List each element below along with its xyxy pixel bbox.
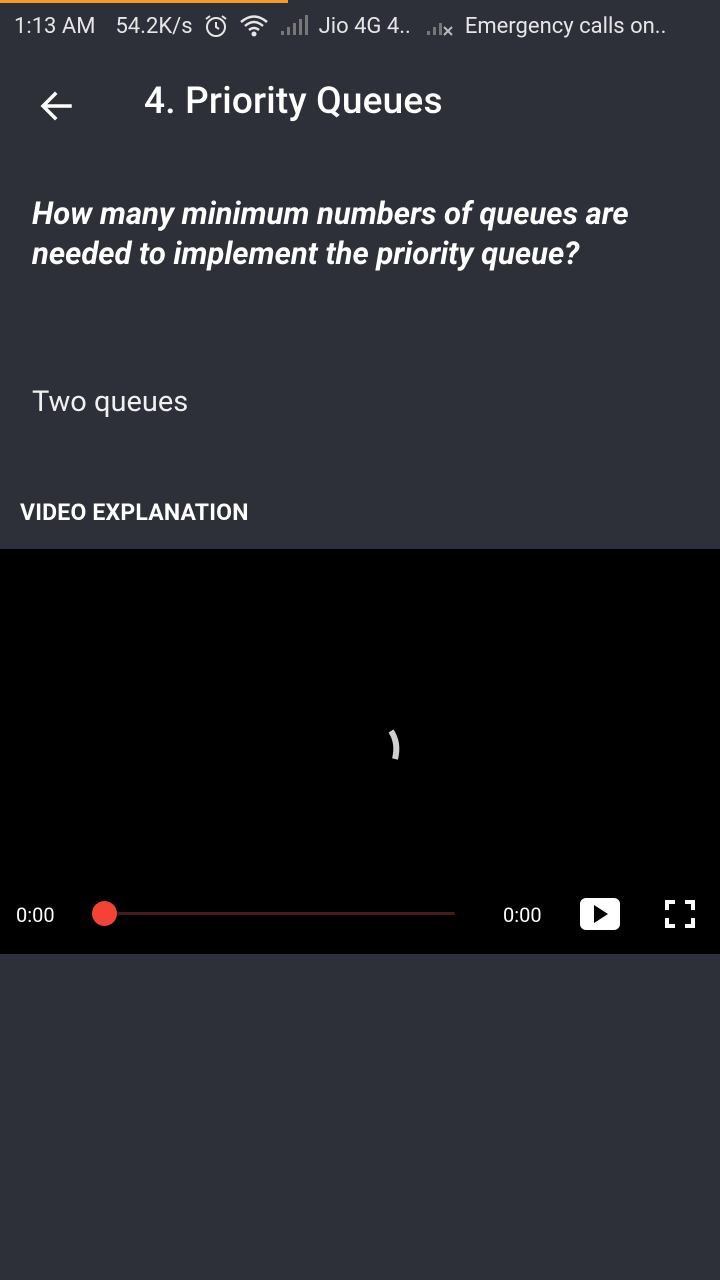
status-bar: 1:13 AM 54.2K/s Jio 4G 4.. Emergency cal… — [0, 0, 720, 52]
seek-bar[interactable] — [104, 912, 455, 915]
back-button[interactable] — [26, 76, 86, 136]
alarm-icon — [203, 13, 229, 39]
arrow-left-icon — [40, 91, 72, 121]
status-carrier: Jio 4G 4.. — [318, 13, 411, 39]
video-explanation-heading: VIDEO EXPLANATION — [20, 499, 249, 526]
status-time: 1:13 AM — [14, 13, 96, 39]
video-player[interactable] — [0, 549, 720, 954]
seek-thumb[interactable] — [92, 901, 117, 926]
loading-spinner-icon — [385, 725, 409, 769]
play-icon — [594, 905, 608, 923]
fullscreen-button[interactable] — [664, 899, 696, 929]
signal-no-service-icon — [425, 15, 455, 37]
status-network-speed: 54.2K/s — [115, 13, 193, 39]
video-current-time: 0:00 — [16, 903, 55, 927]
fullscreen-icon — [665, 900, 695, 928]
page-title: 4. Priority Queues — [144, 80, 443, 123]
answer-text: Two queues — [32, 385, 189, 419]
question-text: How many minimum numbers of queues are n… — [32, 195, 629, 272]
signal-icon — [279, 15, 309, 37]
video-duration: 0:00 — [503, 903, 542, 927]
play-button[interactable] — [580, 898, 620, 930]
app-bar: 4. Priority Queues — [0, 52, 720, 162]
status-emergency-text: Emergency calls on.. — [464, 13, 667, 39]
wifi-icon — [239, 14, 269, 38]
